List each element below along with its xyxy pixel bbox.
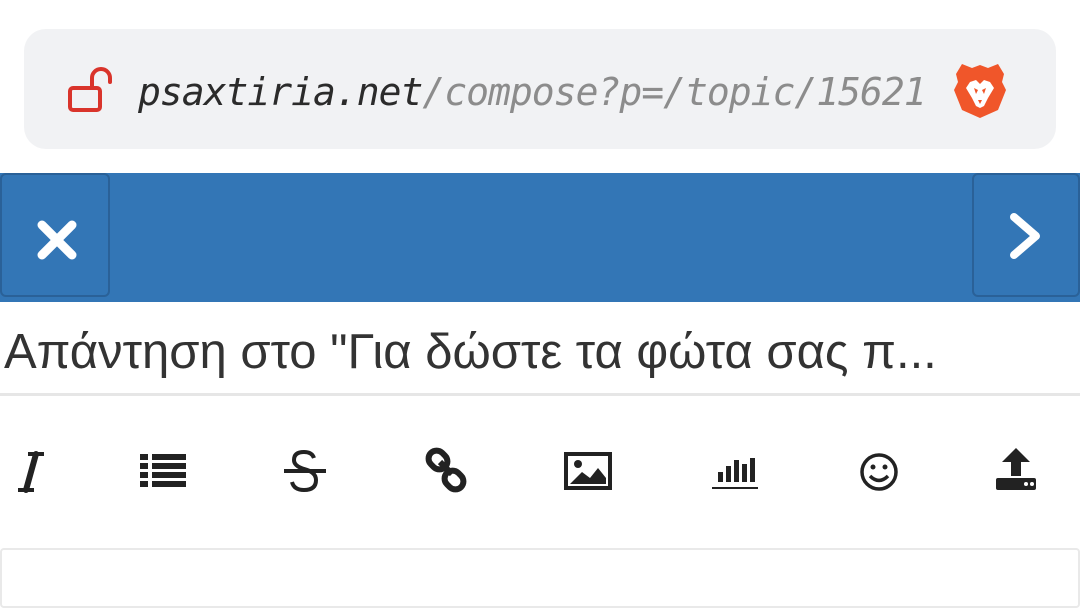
link-icon[interactable] <box>424 440 468 504</box>
close-button[interactable] <box>0 173 110 297</box>
editor-textarea[interactable] <box>0 548 1080 608</box>
url-domain: psaxtiria.net <box>138 70 423 114</box>
strikethrough-icon[interactable] <box>282 440 328 504</box>
list-icon[interactable] <box>140 440 186 504</box>
bar-chart-icon[interactable] <box>710 440 760 504</box>
title-input[interactable]: Απάντηση στο "Για δώστε τα φώτα σας π... <box>0 312 1080 396</box>
title-input-value: Απάντηση στο "Για δώστε τα φώτα σας π... <box>4 325 937 379</box>
image-icon[interactable] <box>564 440 612 504</box>
lock-open-icon[interactable] <box>66 66 114 114</box>
upload-icon[interactable] <box>994 440 1038 504</box>
submit-next-button[interactable] <box>972 173 1080 297</box>
smiley-icon[interactable] <box>858 440 900 504</box>
url-text[interactable]: psaxtiria.net/compose?p=/topic/15621 <box>138 62 928 122</box>
close-icon <box>37 220 77 260</box>
brave-lion-icon[interactable] <box>952 60 1008 120</box>
composer-header <box>0 173 1080 302</box>
url-path: /compose?p=/topic/15621 <box>422 70 926 114</box>
chevron-right-icon <box>1010 213 1040 259</box>
italic-icon[interactable] <box>14 440 48 504</box>
